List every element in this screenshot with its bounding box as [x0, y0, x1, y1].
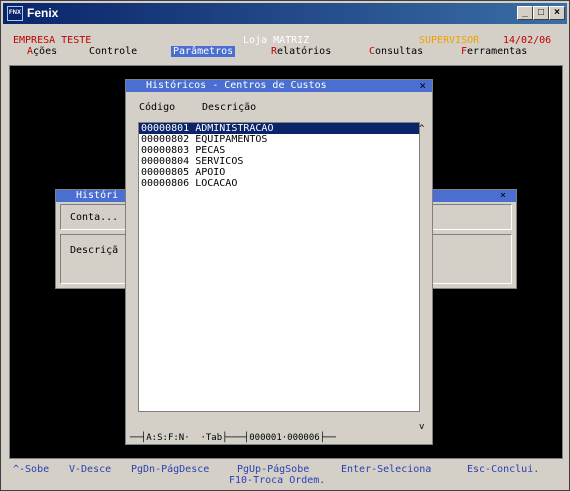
status-line: ──┤A:S:F:N· ·Tab├───┤000001·000006├──: [130, 433, 336, 443]
scroll-down-icon[interactable]: v: [419, 422, 424, 432]
list-item[interactable]: 00000802 EQUIPAMENTOS: [139, 134, 419, 145]
menu-parametros[interactable]: Parâmetros: [171, 46, 236, 58]
menu-ferramentas[interactable]: Ferramentas: [461, 46, 527, 58]
maximize-button[interactable]: □: [533, 6, 549, 20]
centros-custos-dialog: Históricos - Centros de Custos × Código …: [125, 79, 433, 445]
window-title: Fenix: [27, 6, 59, 20]
dialog-title-bar: Históricos - Centros de Custos: [126, 80, 432, 92]
col-descricao-header[interactable]: Descrição: [202, 102, 256, 114]
key-pgdn: PgDn-PágDesce: [131, 464, 210, 475]
menu-consultas[interactable]: Consultas: [369, 46, 423, 58]
conta-label[interactable]: Conta...: [70, 212, 118, 223]
list-item[interactable]: 00000804 SERVICOS: [139, 156, 419, 167]
key-esc: Esc-Conclui.: [467, 464, 540, 475]
list-item[interactable]: 00000805 APOIO: [139, 167, 419, 178]
menu-acoes[interactable]: Ações: [27, 46, 57, 58]
close-button[interactable]: ×: [549, 6, 565, 20]
key-f10: F10-Troca Ordem.: [229, 475, 326, 486]
list-item[interactable]: 00000803 PECAS: [139, 145, 419, 156]
menu-controle[interactable]: Controle: [89, 46, 137, 58]
list-scrollbar[interactable]: ^ v: [419, 122, 429, 434]
menu-relatorios[interactable]: Relatórios: [271, 46, 331, 58]
key-sobe: ^-Sobe: [13, 464, 50, 475]
key-enter: Enter-Seleciona: [341, 464, 432, 475]
bg-dialog-close-icon[interactable]: ×: [500, 190, 506, 202]
col-codigo-header[interactable]: Código: [139, 102, 175, 114]
title-bar[interactable]: FNX Fenix _ □ ×: [3, 3, 567, 24]
scroll-up-icon[interactable]: ^: [419, 124, 424, 134]
app-logo-icon: FNX: [7, 6, 23, 21]
key-desce: V-Desce: [69, 464, 112, 475]
dialog-close-icon[interactable]: ×: [419, 80, 426, 92]
list-item[interactable]: 00000801 ADMINISTRACAO: [139, 123, 419, 134]
dialog-title: Históricos - Centros de Custos: [146, 80, 327, 91]
list-item[interactable]: 00000806 LOCACAO: [139, 178, 419, 189]
centros-list[interactable]: 00000801 ADMINISTRACAO 00000802 EQUIPAME…: [138, 122, 420, 412]
minimize-button[interactable]: _: [517, 6, 533, 20]
app-window: FNX Fenix _ □ × EMPRESA TESTE Loja MATRI…: [0, 0, 570, 491]
